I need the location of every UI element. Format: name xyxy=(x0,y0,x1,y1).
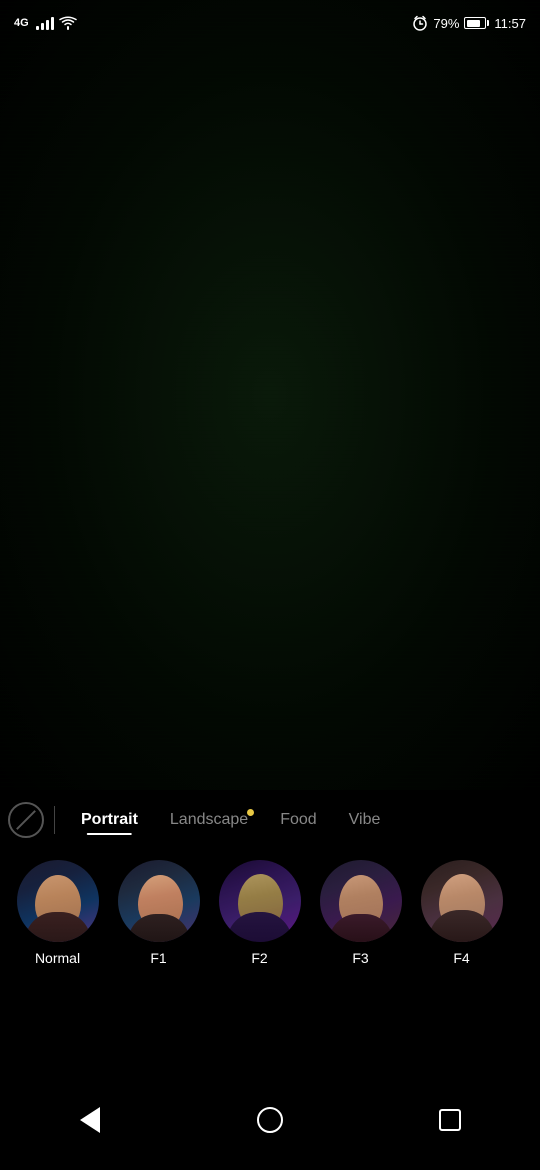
filter-f3[interactable]: F3 xyxy=(313,860,408,966)
tab-divider xyxy=(54,806,55,834)
filter-f4-thumb xyxy=(421,860,503,942)
filter-f3-label: F3 xyxy=(352,950,368,966)
home-icon xyxy=(257,1107,283,1133)
tab-landscape[interactable]: Landscape xyxy=(154,803,264,837)
signal-icon xyxy=(36,16,54,30)
filter-normal-label: Normal xyxy=(35,950,80,966)
filter-f4[interactable]: F4 xyxy=(414,860,509,966)
alarm-icon xyxy=(412,15,428,31)
tab-vibe[interactable]: Vibe xyxy=(333,803,397,837)
filter-tabs-container: Portrait Landscape Food Vibe xyxy=(0,790,540,850)
tab-portrait[interactable]: Portrait xyxy=(65,803,154,837)
camera-viewfinder xyxy=(0,0,540,790)
filter-f1-thumb xyxy=(118,860,200,942)
no-filter-icon[interactable] xyxy=(8,802,44,838)
wifi-icon xyxy=(59,16,77,30)
filter-f2-thumb xyxy=(219,860,301,942)
filter-f3-thumb xyxy=(320,860,402,942)
battery-percent: 79% xyxy=(433,16,459,31)
clock: 11:57 xyxy=(494,16,526,31)
filter-f4-label: F4 xyxy=(453,950,469,966)
back-icon xyxy=(80,1107,100,1133)
home-button[interactable] xyxy=(248,1098,292,1142)
filter-f2-label: F2 xyxy=(251,950,267,966)
nav-bar xyxy=(0,1080,540,1170)
back-button[interactable] xyxy=(68,1098,112,1142)
filter-f1[interactable]: F1 xyxy=(111,860,206,966)
battery-icon xyxy=(464,17,489,29)
filter-tabs: Portrait Landscape Food Vibe xyxy=(65,803,396,837)
filter-normal-thumb xyxy=(17,860,99,942)
status-bar: 4G 79% 11:57 xyxy=(0,0,540,40)
tab-food[interactable]: Food xyxy=(264,803,332,837)
filter-normal[interactable]: Normal xyxy=(10,860,105,966)
recent-button[interactable] xyxy=(428,1098,472,1142)
filter-f1-label: F1 xyxy=(150,950,166,966)
recent-icon xyxy=(439,1109,461,1131)
landscape-dot xyxy=(247,809,254,816)
lte-indicator: 4G xyxy=(14,17,29,29)
filter-f2[interactable]: F2 xyxy=(212,860,307,966)
filter-options: Normal F1 F2 F3 F4 xyxy=(0,850,540,990)
